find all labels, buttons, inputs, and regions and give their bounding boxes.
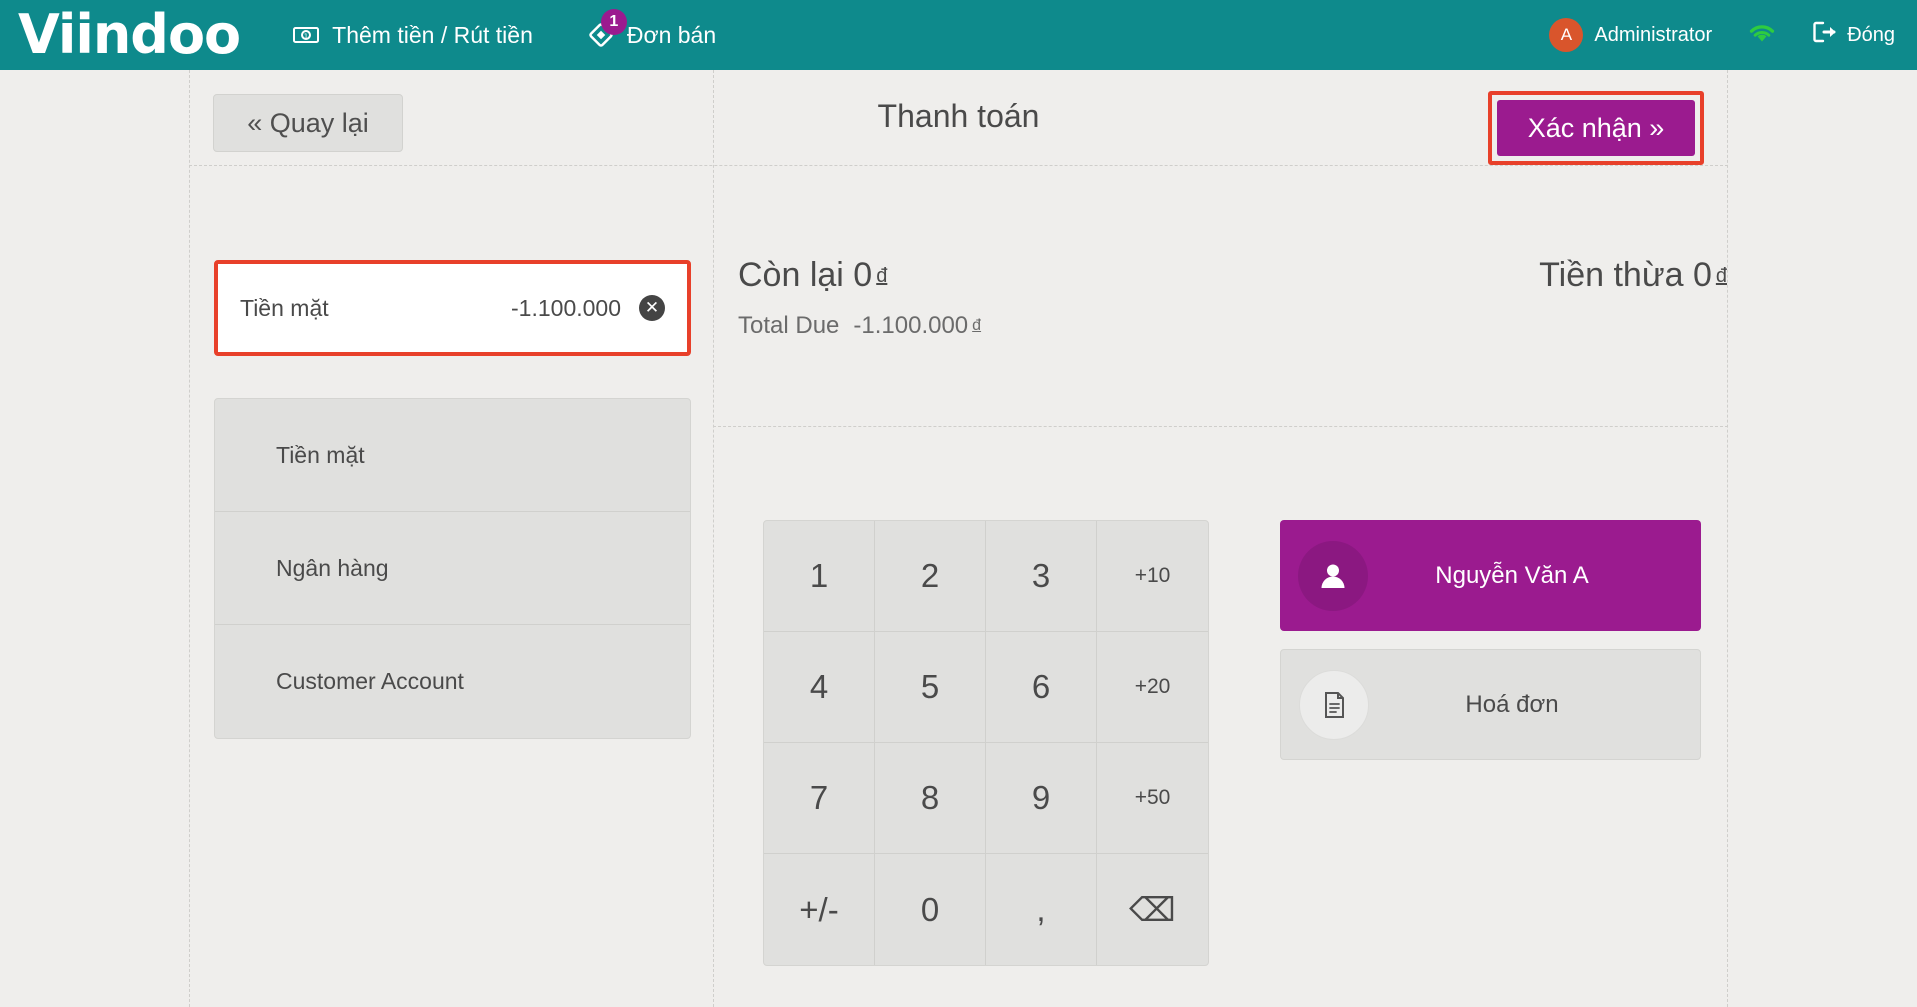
logout-icon (1812, 20, 1838, 50)
currency-symbol: đ (972, 317, 981, 334)
viindoo-logo[interactable]: Viindoo (18, 8, 240, 62)
payment-line-highlight: Tiền mặt -1.100.000 ✕ (214, 260, 691, 356)
total-due-label: Total Due (738, 312, 839, 339)
change-label: Tiền thừa (1539, 256, 1683, 294)
sales-orders-badge: 1 (601, 9, 627, 35)
divider-left-vertical (189, 70, 190, 1007)
payment-screen: « Quay lại Thanh toán Xác nhận » Tiền mặ… (0, 70, 1917, 1007)
numpad: 1 2 3 +10 4 5 6 +20 7 8 9 +50 +/- 0 , ⌫ (763, 520, 1209, 966)
change-value: 0 (1693, 256, 1712, 294)
numpad-key-1[interactable]: 1 (764, 521, 875, 632)
remaining-label: Còn lại (738, 256, 844, 294)
divider-middle-vertical (713, 70, 714, 1007)
numpad-key-2[interactable]: 2 (875, 521, 986, 632)
order-tag-icon: 1 (587, 21, 615, 49)
avatar: A (1549, 18, 1583, 52)
totals-panel: Còn lại 0đ Tiền thừa 0đ Total Due-1.100.… (738, 257, 1727, 340)
numpad-key-7[interactable]: 7 (764, 743, 875, 854)
numpad-key-plus20[interactable]: +20 (1097, 632, 1208, 743)
payment-line-row[interactable]: Tiền mặt -1.100.000 ✕ (222, 268, 683, 348)
customer-button[interactable]: Nguyễn Văn A (1280, 520, 1701, 631)
person-icon (1298, 541, 1368, 611)
nav-item-cash-in-out[interactable]: 1 Thêm tiền / Rút tiền (292, 21, 533, 49)
divider-totals-horizontal (713, 426, 1728, 427)
top-bar-right-group: A Administrator Đóng (1549, 18, 1895, 52)
confirm-button-highlight: Xác nhận » (1488, 91, 1704, 165)
total-due-value: -1.100.000 (853, 312, 968, 339)
numpad-key-plus10[interactable]: +10 (1097, 521, 1208, 632)
top-navigation-bar: Viindoo 1 Thêm tiền / Rút tiền (0, 0, 1917, 70)
numpad-key-3[interactable]: 3 (986, 521, 1097, 632)
remaining-value: 0 (853, 256, 872, 294)
currency-symbol: đ (876, 265, 887, 287)
payment-line-amount: -1.100.000 (440, 295, 639, 322)
numpad-key-5[interactable]: 5 (875, 632, 986, 743)
banknote-icon: 1 (292, 21, 320, 49)
invoice-label: Hoá đơn (1369, 691, 1700, 719)
numpad-key-4[interactable]: 4 (764, 632, 875, 743)
payment-lines-panel: Tiền mặt -1.100.000 ✕ (214, 260, 691, 356)
wifi-status[interactable] (1746, 21, 1778, 50)
payment-methods-list: Tiền mặt Ngân hàng Customer Account (214, 398, 691, 739)
numpad-key-0[interactable]: 0 (875, 854, 986, 965)
nav-label-cash-in-out: Thêm tiền / Rút tiền (332, 22, 533, 49)
remaining-due: Còn lại 0đ (738, 257, 887, 294)
nav-label-sales-orders: Đơn bán (627, 22, 716, 49)
backspace-icon[interactable]: ⌫ (1097, 854, 1208, 965)
payment-method-bank[interactable]: Ngân hàng (215, 512, 690, 625)
payment-line-method: Tiền mặt (240, 295, 440, 322)
user-menu[interactable]: A Administrator (1549, 18, 1712, 52)
invoice-button[interactable]: Hoá đơn (1280, 649, 1701, 760)
payment-header: « Quay lại Thanh toán Xác nhận » (189, 70, 1728, 165)
numpad-key-9[interactable]: 9 (986, 743, 1097, 854)
top-nav-items: 1 Thêm tiền / Rút tiền 1 Đơn bán (292, 21, 716, 49)
user-name-label: Administrator (1594, 24, 1712, 47)
currency-symbol: đ (1716, 265, 1727, 287)
numpad-key-decimal[interactable]: , (986, 854, 1097, 965)
nav-item-sales-orders[interactable]: 1 Đơn bán (587, 21, 716, 49)
payment-method-cash[interactable]: Tiền mặt (215, 399, 690, 512)
total-due-row: Total Due -1.100.000đ (738, 312, 1727, 340)
wifi-icon (1746, 21, 1778, 50)
close-label: Đóng (1847, 24, 1895, 47)
customer-name-label: Nguyễn Văn A (1368, 562, 1701, 590)
svg-text:1: 1 (304, 33, 308, 41)
divider-header-horizontal (189, 165, 1728, 166)
document-icon (1299, 670, 1369, 740)
payment-method-customer-account[interactable]: Customer Account (215, 625, 690, 738)
numpad-key-6[interactable]: 6 (986, 632, 1097, 743)
close-session-button[interactable]: Đóng (1812, 20, 1895, 50)
numpad-key-sign-toggle[interactable]: +/- (764, 854, 875, 965)
confirm-button[interactable]: Xác nhận » (1497, 100, 1695, 156)
change-amount: Tiền thừa 0đ (1539, 257, 1727, 294)
numpad-key-8[interactable]: 8 (875, 743, 986, 854)
divider-right-vertical (1727, 70, 1728, 1007)
numpad-key-plus50[interactable]: +50 (1097, 743, 1208, 854)
action-buttons-panel: Nguyễn Văn A Hoá đơn (1280, 520, 1701, 778)
close-circle-icon[interactable]: ✕ (639, 295, 665, 321)
